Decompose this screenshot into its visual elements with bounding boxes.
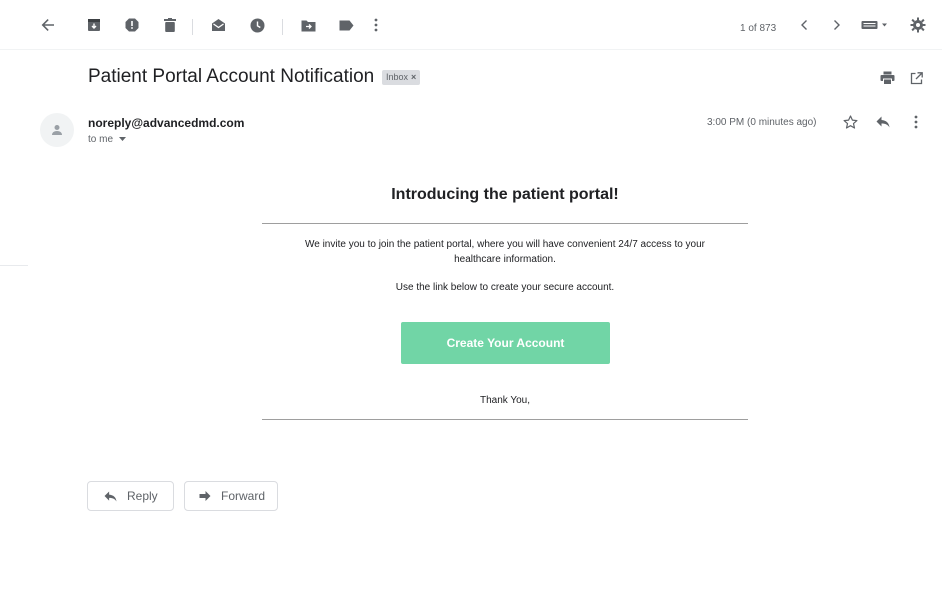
chevron-down-icon <box>118 137 126 142</box>
inbox-label-text: Inbox <box>386 72 409 82</box>
email-headline: Introducing the patient portal! <box>391 186 619 203</box>
snooze-icon[interactable] <box>247 15 267 35</box>
forward-icon <box>199 491 211 501</box>
toolbar-divider <box>282 19 283 35</box>
person-icon <box>52 125 62 135</box>
sender-address[interactable]: noreply@advancedmd.com <box>88 116 244 130</box>
next-icon[interactable] <box>827 15 847 35</box>
email-subject: Patient Portal Account Notification <box>88 66 375 87</box>
sender-avatar <box>40 113 74 147</box>
settings-icon[interactable] <box>908 15 928 35</box>
reply-icon <box>104 490 117 502</box>
star-icon[interactable] <box>840 112 860 132</box>
input-tools-icon[interactable] <box>860 15 890 35</box>
more-vert-icon[interactable] <box>366 15 386 35</box>
recipient-details[interactable]: to me <box>88 134 126 145</box>
report-spam-icon[interactable] <box>122 15 142 35</box>
recipient-text: to me <box>88 134 114 145</box>
forward-button[interactable]: Forward <box>184 481 278 511</box>
closing-text: Thank You, <box>479 395 531 406</box>
divider <box>0 265 28 266</box>
remove-label-icon[interactable]: × <box>411 72 416 82</box>
reply-icon[interactable] <box>873 112 893 132</box>
create-account-button[interactable]: Create Your Account <box>401 322 610 364</box>
divider <box>262 419 748 420</box>
message-time: 3:00 PM (0 minutes ago) <box>707 117 817 128</box>
toolbar-divider <box>192 19 193 35</box>
move-to-icon[interactable] <box>298 15 318 35</box>
divider <box>262 223 748 224</box>
print-icon[interactable] <box>877 68 897 88</box>
label-icon[interactable] <box>336 15 356 35</box>
invite-line-1: We invite you to join the patient portal… <box>304 239 706 250</box>
delete-icon[interactable] <box>160 15 180 35</box>
reply-button[interactable]: Reply <box>87 481 174 511</box>
forward-label: Forward <box>221 489 266 503</box>
invite-paragraph: We invite you to join the patient portal… <box>272 237 738 267</box>
mark-unread-icon[interactable] <box>208 15 228 35</box>
prev-icon[interactable] <box>794 15 814 35</box>
open-in-new-window-icon[interactable] <box>906 68 926 88</box>
invite-line-2: healthcare information. <box>454 254 556 265</box>
reply-label: Reply <box>127 489 158 503</box>
archive-icon[interactable] <box>84 15 104 35</box>
back-arrow-icon[interactable] <box>38 15 58 35</box>
message-counter: 1 of 873 <box>740 23 777 34</box>
inbox-label-chip[interactable]: Inbox × <box>382 70 421 85</box>
link-instructions: Use the link below to create your secure… <box>395 282 615 293</box>
email-toolbar: 1 of 873 <box>0 0 942 50</box>
message-more-icon[interactable] <box>906 112 926 132</box>
